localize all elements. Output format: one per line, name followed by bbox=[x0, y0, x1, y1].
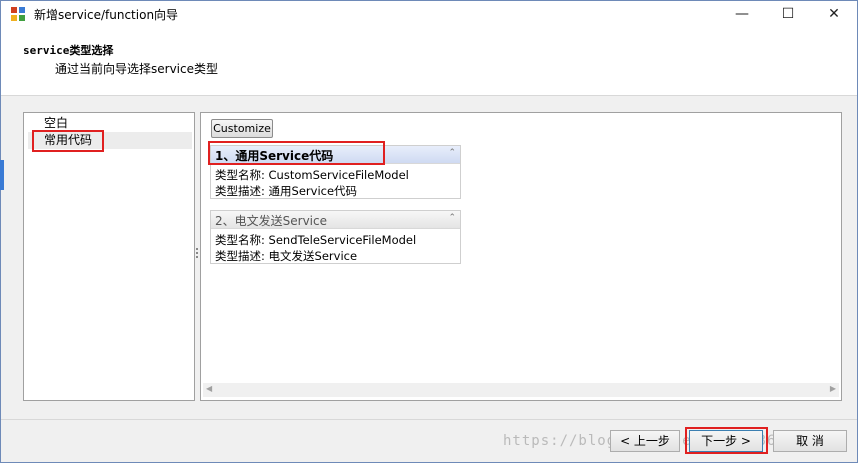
horizontal-scrollbar[interactable]: ◀ ▶ bbox=[203, 383, 839, 397]
template-panel: Customize 1、通用Service代码 ⌃ 类型名称: CustomSe… bbox=[200, 112, 842, 401]
category-item-common-code[interactable]: 常用代码 bbox=[28, 132, 192, 149]
wizard-header: service类型选择 通过当前向导选择service类型 bbox=[1, 28, 857, 96]
card-type-desc: 类型描述: 通用Service代码 bbox=[215, 184, 358, 198]
next-button[interactable]: 下一步 > bbox=[689, 430, 763, 452]
card-title: 2、电文发送Service bbox=[215, 214, 327, 228]
category-item-label: 空白 bbox=[44, 116, 69, 130]
minimize-button[interactable]: — bbox=[719, 1, 765, 28]
category-item-blank[interactable]: 空白 bbox=[30, 115, 68, 132]
wizard-content: 空白 常用代码 Customize 1、通用Service代码 ⌃ 类型名称: … bbox=[9, 102, 851, 416]
card-type-name: 类型名称: CustomServiceFileModel bbox=[215, 168, 409, 182]
page-subtitle: 通过当前向导选择service类型 bbox=[55, 62, 218, 76]
card-header[interactable]: 1、通用Service代码 ⌃ bbox=[211, 146, 460, 164]
desktop-edge bbox=[0, 160, 4, 190]
wizard-window: 新增service/function向导 — ☐ ✕ service类型选择 通… bbox=[0, 0, 858, 463]
window-title: 新增service/function向导 bbox=[34, 8, 179, 22]
category-item-label: 常用代码 bbox=[44, 133, 93, 147]
prev-button[interactable]: < 上一步 bbox=[610, 430, 680, 452]
scroll-left-icon[interactable]: ◀ bbox=[206, 384, 212, 393]
maximize-button[interactable]: ☐ bbox=[765, 1, 811, 28]
customize-button[interactable]: Customize bbox=[211, 119, 273, 138]
app-icon bbox=[11, 7, 26, 22]
title-bar[interactable]: 新增service/function向导 — ☐ ✕ bbox=[1, 1, 857, 28]
close-button[interactable]: ✕ bbox=[811, 1, 857, 28]
footer-divider bbox=[1, 419, 857, 420]
category-list: 空白 常用代码 bbox=[23, 112, 195, 401]
template-card-send-tele-service[interactable]: 2、电文发送Service ⌃ 类型名称: SendTeleServiceFil… bbox=[210, 210, 461, 264]
card-header[interactable]: 2、电文发送Service ⌃ bbox=[211, 211, 460, 229]
card-type-name: 类型名称: SendTeleServiceFileModel bbox=[215, 233, 417, 247]
card-title: 1、通用Service代码 bbox=[215, 149, 334, 163]
card-type-desc: 类型描述: 电文发送Service bbox=[215, 249, 358, 263]
scroll-right-icon[interactable]: ▶ bbox=[830, 384, 836, 393]
splitter-handle[interactable] bbox=[195, 248, 199, 262]
page-title: service类型选择 bbox=[23, 44, 114, 57]
chevron-up-icon[interactable]: ⌃ bbox=[448, 148, 456, 158]
cancel-button[interactable]: 取 消 bbox=[773, 430, 847, 452]
template-card-custom-service[interactable]: 1、通用Service代码 ⌃ 类型名称: CustomServiceFileM… bbox=[210, 145, 461, 199]
chevron-up-icon[interactable]: ⌃ bbox=[448, 213, 456, 223]
